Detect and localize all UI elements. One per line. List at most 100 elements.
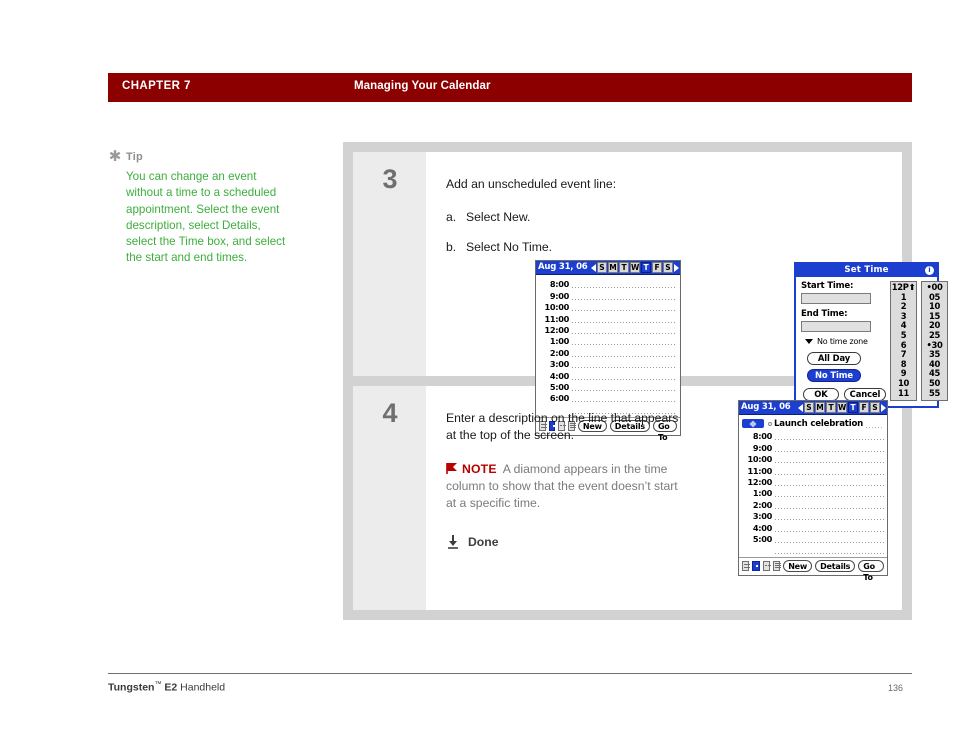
prev-day-icon[interactable] bbox=[591, 263, 596, 272]
calendar-row[interactable]: 9:00 bbox=[536, 289, 677, 301]
prev-day-icon[interactable] bbox=[798, 403, 803, 412]
start-time-field[interactable] bbox=[801, 293, 871, 304]
event-title[interactable]: Launch celebration bbox=[774, 419, 863, 429]
timezone-selector[interactable]: No time zone bbox=[805, 337, 886, 346]
event-slot[interactable] bbox=[572, 355, 677, 357]
next-day-icon[interactable] bbox=[674, 263, 679, 272]
event-slot[interactable] bbox=[572, 287, 677, 289]
event-slot[interactable] bbox=[572, 310, 677, 312]
dow-wed[interactable]: W bbox=[837, 402, 847, 413]
time-label: 3:00 bbox=[549, 359, 569, 370]
dow-fri[interactable]: F bbox=[859, 402, 869, 413]
calendar-row[interactable]: 10:00 bbox=[536, 301, 677, 312]
time-label: 2:00 bbox=[752, 499, 772, 510]
dow-sat[interactable]: S bbox=[663, 262, 673, 273]
step-3-number-column: 3 bbox=[353, 152, 426, 376]
footer-product-name: Tungsten bbox=[108, 681, 155, 694]
dow-fri[interactable]: F bbox=[652, 262, 662, 273]
info-icon[interactable]: i bbox=[925, 266, 934, 275]
event-slot[interactable] bbox=[775, 484, 884, 486]
calendar-row[interactable]: 4:00 bbox=[536, 369, 677, 381]
calendar-row[interactable]: 9:00 bbox=[739, 441, 884, 453]
event-slot[interactable] bbox=[572, 321, 677, 323]
no-time-diamond-chip[interactable] bbox=[742, 419, 764, 428]
month-view-icon[interactable] bbox=[762, 561, 771, 572]
time-label: 9:00 bbox=[549, 290, 569, 301]
event-slot[interactable] bbox=[572, 378, 677, 380]
next-day-icon[interactable] bbox=[881, 403, 886, 412]
unscheduled-event-row[interactable]: Launch celebration bbox=[739, 416, 884, 430]
calendar-row[interactable]: 11:00 bbox=[536, 312, 677, 324]
event-slot[interactable] bbox=[572, 298, 677, 300]
substep-a: a. Select New. bbox=[446, 209, 886, 225]
event-slot[interactable] bbox=[775, 450, 884, 452]
steps-container: 3 Add an unscheduled event line: a. Selec… bbox=[343, 142, 948, 620]
dow-sun[interactable]: S bbox=[804, 402, 814, 413]
go-to-button[interactable]: Go To bbox=[858, 560, 884, 582]
event-slot[interactable] bbox=[775, 519, 884, 521]
note-block: NOTE A diamond appears in the time colum… bbox=[446, 461, 682, 512]
dow-wed[interactable]: W bbox=[630, 262, 640, 273]
event-slot[interactable] bbox=[775, 439, 884, 441]
week-view-icon[interactable] bbox=[752, 561, 760, 572]
dialog-left-pane: Start Time: End Time: No time zone All D… bbox=[801, 281, 886, 401]
event-slot[interactable] bbox=[572, 344, 677, 346]
calendar-row[interactable]: 3:00 bbox=[536, 358, 677, 369]
step-3-substeps: a. Select New. b. Select No Time. bbox=[446, 209, 886, 255]
time-label: 8:00 bbox=[752, 431, 772, 442]
dow-mon[interactable]: M bbox=[815, 402, 825, 413]
no-time-button[interactable]: No Time bbox=[807, 369, 861, 382]
step-number: 4 bbox=[382, 398, 397, 428]
event-slot[interactable] bbox=[775, 496, 884, 498]
time-label: 4:00 bbox=[752, 522, 772, 533]
dow-sat[interactable]: S bbox=[870, 402, 880, 413]
calendar-row[interactable]: 2:00 bbox=[739, 498, 884, 510]
dow-tue[interactable]: T bbox=[826, 402, 836, 413]
dow-tue[interactable]: T bbox=[619, 262, 629, 273]
calendar-row[interactable]: 11:00 bbox=[739, 464, 884, 476]
calendar-day-selector[interactable]: S M T W T F S bbox=[798, 401, 886, 414]
calendar-day-selector[interactable]: S M T W T F S bbox=[591, 261, 679, 274]
calendar-row[interactable]: 12:00 bbox=[536, 324, 677, 335]
event-slot[interactable] bbox=[775, 530, 884, 532]
calendar-row[interactable]: 4:00 bbox=[739, 521, 884, 533]
event-slot[interactable] bbox=[572, 332, 677, 334]
end-time-field[interactable] bbox=[801, 321, 871, 332]
calendar-row[interactable]: 1:00 bbox=[536, 335, 677, 346]
minute-picker-column[interactable]: •00 05 10 15 20 25 •30 35 40 45 50 55 bbox=[921, 281, 948, 401]
calendar-row[interactable]: 8:00 bbox=[739, 430, 884, 441]
time-label: 12:00 bbox=[544, 324, 569, 335]
calendar-row[interactable]: 12:00 bbox=[739, 476, 884, 487]
dow-sun[interactable]: S bbox=[597, 262, 607, 273]
event-slot[interactable] bbox=[775, 541, 884, 543]
diamond-icon bbox=[749, 419, 757, 428]
chapter-label: CHAPTER 7 bbox=[122, 80, 191, 92]
event-slot[interactable] bbox=[572, 367, 677, 369]
hour-picker-column[interactable]: 12P⬆ 1 2 3 4 5 6 7 8 9 10 11 bbox=[890, 281, 917, 401]
minute-option[interactable]: 55 bbox=[922, 388, 947, 399]
calendar-row[interactable]: 1:00 bbox=[739, 487, 884, 498]
new-button[interactable]: New bbox=[783, 560, 813, 573]
event-line-fill bbox=[866, 427, 884, 428]
calendar-row[interactable]: 8:00 bbox=[536, 278, 677, 289]
all-day-button[interactable]: All Day bbox=[807, 352, 861, 365]
dow-mon[interactable]: M bbox=[608, 262, 618, 273]
event-slot[interactable] bbox=[775, 462, 884, 464]
event-slot[interactable] bbox=[775, 553, 884, 555]
calendar-row[interactable]: 3:00 bbox=[739, 510, 884, 521]
substep-b-text: Select No Time. bbox=[466, 240, 553, 254]
time-label: 3:00 bbox=[752, 511, 772, 522]
details-button[interactable]: Details bbox=[815, 560, 856, 573]
calendar-row[interactable] bbox=[739, 544, 884, 555]
calendar-row[interactable]: 2:00 bbox=[536, 346, 677, 358]
calendar-row[interactable]: 5:00 bbox=[739, 533, 884, 544]
event-slot[interactable] bbox=[775, 473, 884, 475]
dow-thu-selected[interactable]: T bbox=[848, 402, 858, 413]
event-slot[interactable] bbox=[775, 507, 884, 509]
agenda-view-icon[interactable] bbox=[772, 561, 781, 572]
dow-thu-selected[interactable]: T bbox=[641, 262, 651, 273]
calendar-toolbar-after: New Details Go To bbox=[739, 557, 887, 582]
day-view-icon[interactable] bbox=[742, 561, 750, 572]
chevron-down-icon bbox=[805, 339, 813, 344]
calendar-row[interactable]: 10:00 bbox=[739, 453, 884, 464]
